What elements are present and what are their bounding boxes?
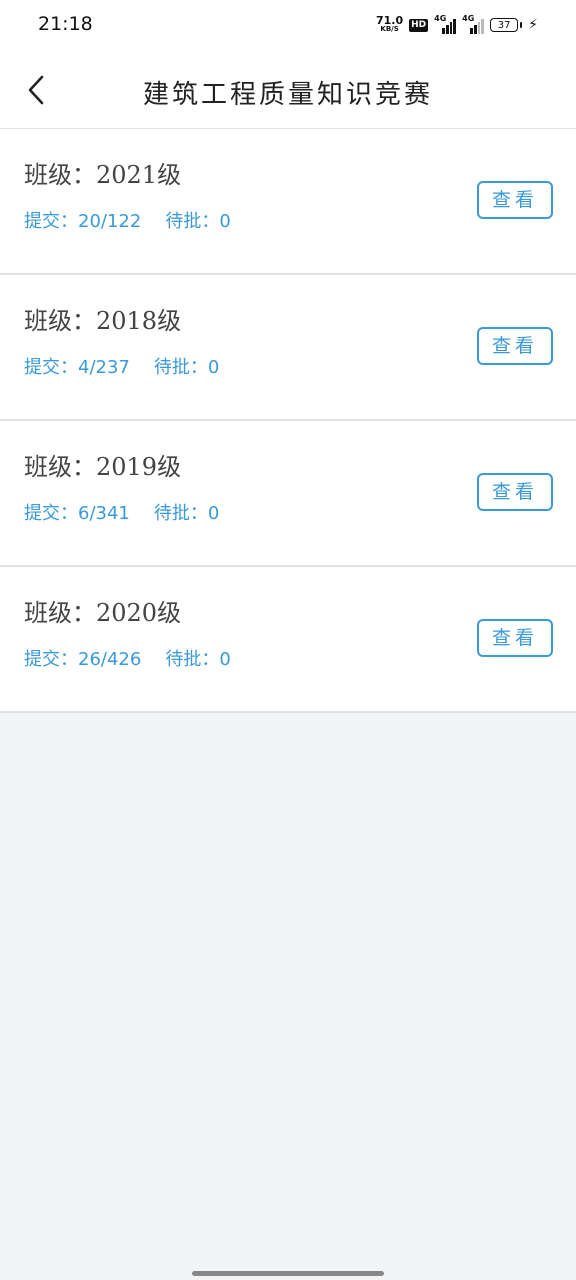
submit-label: 提交： [24,357,78,378]
submit-stat: 提交：6/341 [24,499,130,525]
pending-value: 0 [207,503,220,524]
pending-stat: 待批：0 [165,645,230,671]
pending-value: 0 [219,211,231,232]
signal-label: 4G [462,14,475,23]
class-name: 班级：2020级 [24,593,181,628]
view-button[interactable]: 查看 [477,619,553,657]
view-button[interactable]: 查看 [477,181,553,219]
class-value: 2019级 [96,453,182,481]
stats: 提交：6/341 待批：0 [24,499,219,525]
charging-icon: ⚡ [528,17,538,33]
class-value: 2021级 [96,161,182,189]
class-label: 班级： [24,453,96,481]
pending-stat: 待批：0 [154,499,219,525]
submit-value: 26/426 [78,649,142,670]
pending-label: 待批： [153,357,208,378]
status-bar: 21:18 71.0 KB/S HD 4G 4G 37 ⚡ [0,0,576,52]
list-item: 班级：2020级 提交：26/426 待批：0 查看 [0,567,576,713]
submit-value: 4/237 [78,357,130,378]
class-value: 2020级 [96,599,182,627]
class-value: 2018级 [96,307,182,335]
submit-label: 提交： [24,649,78,670]
signal-label: 4G [434,14,447,23]
submit-stat: 提交：20/122 [24,207,141,233]
signal-icon: 4G [462,14,485,34]
submit-value: 6/341 [78,503,130,524]
back-button[interactable] [18,70,54,110]
status-time: 21:18 [38,13,93,35]
network-speed-value: 71.0 [376,14,404,27]
network-speed: 71.0 KB/S [376,14,404,34]
pending-label: 待批： [165,649,220,670]
battery-level: 37 [490,18,519,32]
class-name: 班级：2018级 [24,301,181,336]
class-name: 班级：2019级 [24,447,181,482]
pending-value: 0 [207,357,220,378]
submit-label: 提交： [24,211,78,232]
page-title: 建筑工程质量知识竞赛 [142,80,433,110]
pending-stat: 待批：0 [154,353,219,379]
status-icons: 71.0 KB/S HD 4G 4G 37 ⚡ [376,13,538,37]
class-name: 班级：2021级 [24,155,181,190]
submit-stat: 提交：26/426 [24,645,141,671]
stats: 提交：4/237 待批：0 [24,353,219,379]
nav-bar: 建筑工程质量知识竞赛 [0,52,576,129]
network-speed-unit: KB/S [380,25,399,33]
list-item: 班级：2019级 提交：6/341 待批：0 查看 [0,421,576,567]
class-label: 班级： [24,161,96,189]
class-label: 班级： [24,307,96,335]
stats: 提交：26/426 待批：0 [24,645,231,671]
pending-value: 0 [219,649,231,670]
back-arrow-icon [28,75,44,105]
home-indicator[interactable] [192,1271,384,1276]
view-button[interactable]: 查看 [477,327,553,365]
stats: 提交：20/122 待批：0 [24,207,231,233]
submit-stat: 提交：4/237 [24,353,130,379]
page: 21:18 71.0 KB/S HD 4G 4G 37 ⚡ 建筑工程质量知识竞赛… [0,0,576,1280]
battery-icon: 37 [490,18,523,32]
pending-label: 待批： [153,503,208,524]
signal-icon: 4G [434,14,457,34]
view-button[interactable]: 查看 [477,473,553,511]
pending-label: 待批： [165,211,220,232]
list-item: 班级：2018级 提交：4/237 待批：0 查看 [0,275,576,421]
submit-label: 提交： [24,503,78,524]
submit-value: 20/122 [78,211,142,232]
hd-icon: HD [409,18,429,32]
pending-stat: 待批：0 [165,207,230,233]
class-label: 班级： [24,599,96,627]
class-list: 班级：2021级 提交：20/122 待批：0 查看 班级：2018级 提交：4… [0,129,576,713]
list-item: 班级：2021级 提交：20/122 待批：0 查看 [0,129,576,275]
